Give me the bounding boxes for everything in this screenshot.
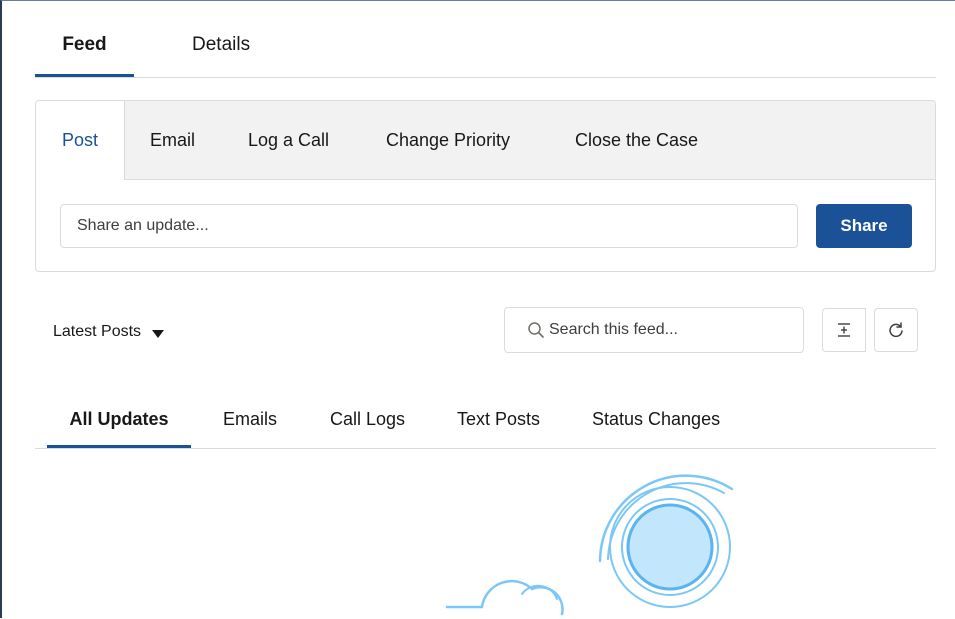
tab-details[interactable]: Details [192, 21, 250, 77]
search-icon [528, 322, 544, 338]
feed-panel: Feed Details Post Email Log a Call Chang… [0, 0, 955, 618]
filter-tab-status-changes[interactable]: Status Changes [592, 397, 720, 448]
feed-filter-tabs: All Updates Emails Call Logs Text Posts … [35, 397, 936, 449]
sort-label: Latest Posts [53, 323, 142, 340]
share-update-input[interactable] [60, 204, 798, 248]
publisher-tab-bar: Post Email Log a Call Change Priority Cl… [36, 101, 935, 180]
tab-feed[interactable]: Feed [35, 21, 134, 77]
publisher-tab-log-a-call[interactable]: Log a Call [248, 101, 329, 179]
refresh-icon [889, 322, 903, 338]
search-feed-input[interactable] [549, 308, 789, 352]
caret-down-icon [152, 329, 165, 338]
filter-tab-emails[interactable]: Emails [223, 397, 277, 448]
publisher-tab-change-priority[interactable]: Change Priority [386, 101, 510, 179]
empty-feed-illustration [445, 474, 734, 616]
refresh-button[interactable] [874, 308, 918, 352]
collapse-all-button[interactable] [822, 308, 866, 352]
record-tabs: Feed Details [35, 21, 936, 78]
share-button[interactable]: Share [816, 204, 912, 248]
publisher-tab-close-the-case[interactable]: Close the Case [575, 101, 698, 179]
filter-tab-text-posts[interactable]: Text Posts [457, 397, 540, 448]
filter-tab-all-updates[interactable]: All Updates [47, 397, 191, 448]
publisher-tab-email[interactable]: Email [150, 101, 195, 179]
sort-dropdown[interactable]: Latest Posts [53, 319, 165, 345]
filter-tab-call-logs[interactable]: Call Logs [330, 397, 405, 448]
feed-search[interactable] [504, 307, 804, 353]
publisher: Post Email Log a Call Change Priority Cl… [35, 100, 936, 272]
collapse-all-icon [838, 323, 850, 337]
publisher-tab-post[interactable]: Post [36, 101, 125, 180]
